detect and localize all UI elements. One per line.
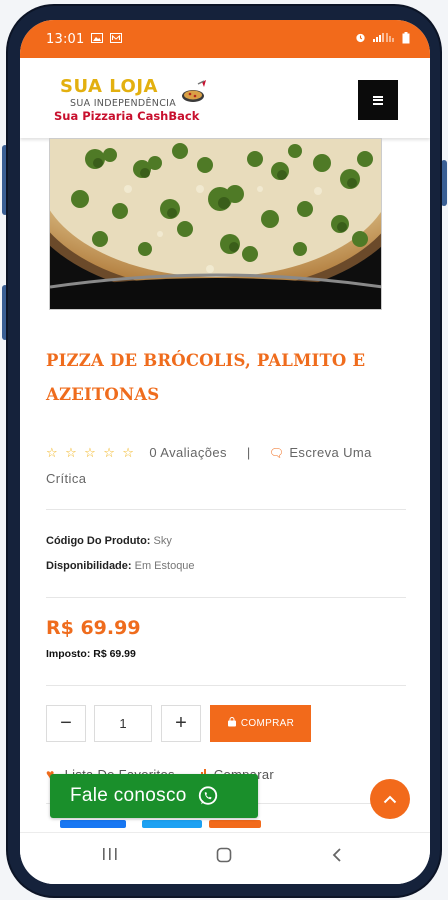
quantity-increment-button[interactable]: + (161, 705, 201, 742)
star-icon[interactable]: ☆ (46, 445, 58, 460)
quantity-input[interactable] (94, 705, 152, 742)
logo-tagline: SUA INDEPENDÊNCIA (70, 98, 177, 109)
product-code-value: Sky (153, 535, 172, 547)
comment-icon: 🗨 (268, 446, 285, 460)
android-nav-bar (20, 832, 430, 884)
tax-label: Imposto: (46, 648, 91, 660)
phone-frame: 13:01 SUA LOJA SUA INDEPENDÊNCIA Sua Piz… (0, 0, 448, 900)
star-icon[interactable]: ☆ (103, 445, 115, 460)
store-logo[interactable]: SUA LOJA SUA INDEPENDÊNCIA Sua Pizzaria … (54, 76, 214, 126)
star-icon[interactable]: ☆ (122, 445, 134, 460)
battery-icon (402, 31, 410, 47)
status-right-icons (355, 31, 410, 47)
logo-name: SUA LOJA (60, 76, 158, 97)
status-time: 13:01 (46, 31, 85, 47)
back-to-top-button[interactable] (370, 779, 410, 819)
share-button[interactable] (209, 820, 261, 828)
product-code-label: Código Do Produto: (46, 535, 151, 547)
site-header: SUA LOJA SUA INDEPENDÊNCIA Sua Pizzaria … (20, 58, 430, 138)
pizza-image (50, 139, 381, 309)
availability-label: Disponibilidade: (46, 560, 132, 572)
plus-icon: + (175, 712, 187, 734)
facebook-share-button[interactable] (60, 820, 126, 828)
product-title: PIZZA DE BRÓCOLIS, PALMITO E AZEITONAS (46, 351, 366, 404)
divider (46, 685, 406, 686)
product-code-row: Código Do Produto: Sky (46, 535, 172, 547)
voicemail-icon (110, 32, 123, 46)
rating-separator: | (246, 445, 251, 460)
rating-count-link[interactable]: 0 Avaliações (149, 445, 227, 460)
back-icon[interactable] (332, 847, 342, 868)
rating-row: ☆ ☆ ☆ ☆ ☆ 0 Avaliações | 🗨 Escreva Uma Crític… (46, 440, 408, 492)
logo-subtitle: Sua Pizzaria CashBack (54, 109, 200, 123)
buy-label: COMPRAR (240, 718, 295, 729)
hamburger-icon (373, 95, 383, 105)
twitter-share-button[interactable] (142, 820, 202, 828)
signal-icon (372, 32, 396, 46)
product-image[interactable] (49, 138, 382, 310)
minus-icon: − (60, 712, 72, 734)
pizza-logo-icon (182, 80, 206, 102)
buy-button[interactable]: COMPRAR (210, 705, 311, 742)
tax-value: R$ 69.99 (93, 648, 136, 660)
tax-row: Imposto: R$ 69.99 (46, 648, 136, 660)
availability-row: Disponibilidade: Em Estoque (46, 560, 195, 572)
shopping-bag-icon (227, 717, 237, 730)
star-icon[interactable]: ☆ (84, 445, 96, 460)
whatsapp-icon (198, 786, 217, 805)
quantity-decrement-button[interactable]: − (46, 705, 86, 742)
alarm-icon (355, 32, 366, 46)
divider (46, 597, 406, 598)
screen: 13:01 SUA LOJA SUA INDEPENDÊNCIA Sua Piz… (20, 20, 430, 884)
chevron-up-icon (383, 795, 397, 803)
star-icon[interactable]: ☆ (65, 445, 77, 460)
whatsapp-contact-button[interactable]: Fale conosco (50, 774, 258, 818)
contact-label: Fale conosco (70, 785, 187, 806)
divider (46, 509, 406, 510)
product-price: R$ 69.99 (46, 617, 141, 639)
menu-button[interactable] (358, 80, 398, 120)
image-icon (91, 32, 104, 46)
recent-apps-icon[interactable] (102, 847, 118, 866)
status-bar: 13:01 (20, 20, 430, 58)
availability-value: Em Estoque (134, 560, 195, 572)
power-button (441, 160, 447, 206)
home-icon[interactable] (216, 847, 232, 868)
